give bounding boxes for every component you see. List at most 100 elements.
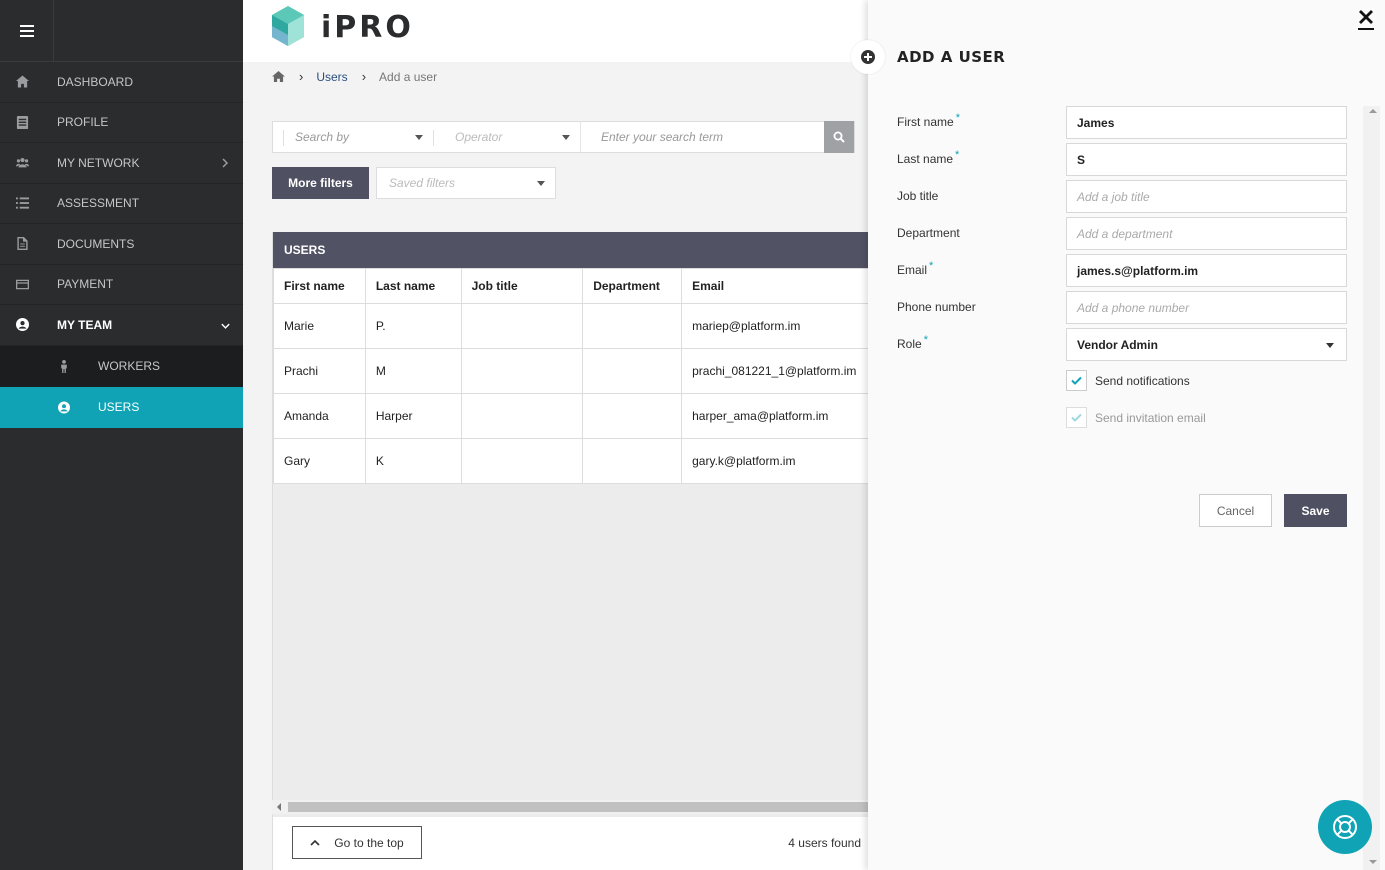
sidebar-subitem-users[interactable]: USERS [0, 386, 243, 428]
save-button[interactable]: Save [1284, 494, 1347, 527]
ipro-logo-icon [272, 6, 304, 46]
required-mark: * [923, 334, 928, 346]
required-mark: * [929, 260, 934, 272]
sidebar-item-my-team[interactable]: MY TEAM [0, 305, 243, 346]
home-icon[interactable] [272, 71, 285, 82]
phone-label: Phone number [897, 300, 976, 314]
breadcrumb-current: Add a user [379, 69, 438, 84]
close-icon[interactable] [1357, 9, 1375, 31]
network-icon [0, 156, 57, 169]
results-count: 4 users found [788, 836, 861, 850]
table-row[interactable]: Marie P. mariep@platform.im [273, 303, 893, 349]
breadcrumb-users-link[interactable]: Users [316, 70, 347, 84]
cancel-button[interactable]: Cancel [1199, 494, 1272, 527]
table-footer: Go to the top 4 users found [272, 817, 868, 870]
department-label: Department [897, 226, 960, 240]
cell-department [582, 438, 683, 484]
caret-down-icon [562, 135, 570, 140]
cell-last-name: M [364, 348, 462, 394]
cell-last-name: Harper [364, 393, 462, 439]
panel-title: ADD A USER [897, 48, 1006, 66]
main-content: iPRO › Users › Add a user Search by Oper… [243, 0, 893, 870]
sidebar-item-my-network[interactable]: MY NETWORK [0, 143, 243, 184]
cell-job-title [460, 348, 584, 394]
menu-toggle-button[interactable] [0, 0, 54, 62]
list-icon [0, 197, 57, 210]
saved-filters-select[interactable]: Saved filters [376, 167, 556, 199]
sidebar-item-dashboard[interactable]: DASHBOARD [0, 62, 243, 103]
scroll-down-icon[interactable] [1369, 860, 1377, 864]
send-notifications-checkbox[interactable] [1066, 370, 1087, 391]
cell-department [582, 348, 683, 394]
cell-email: mariep@platform.im [681, 303, 893, 349]
last-name-label: Last name * [897, 149, 959, 166]
label-text: Last name [897, 152, 954, 166]
more-filters-button[interactable]: More filters [272, 167, 369, 199]
scroll-up-icon[interactable] [1369, 109, 1377, 113]
saved-filters-label: Saved filters [389, 176, 456, 190]
cell-first-name: Amanda [273, 393, 366, 439]
cell-first-name: Gary [273, 438, 366, 484]
column-header-last-name[interactable]: Last name [364, 268, 462, 304]
search-by-select[interactable]: Search by [273, 122, 433, 152]
sidebar-subitem-workers[interactable]: WORKERS [0, 345, 243, 387]
scroll-left-icon[interactable] [277, 803, 281, 811]
vertical-scrollbar[interactable] [1363, 106, 1380, 870]
last-name-field[interactable]: S [1066, 143, 1347, 176]
send-invitation-option[interactable]: Send invitation email [1066, 407, 1206, 428]
lifebuoy-icon [1333, 815, 1357, 839]
table-row[interactable]: Gary K gary.k@platform.im [273, 438, 893, 484]
operator-select[interactable]: Operator [433, 122, 580, 152]
breadcrumb: › Users › Add a user [272, 69, 437, 84]
last-name-row: Last name * S [897, 143, 1347, 176]
email-field[interactable]: james.s@platform.im [1066, 254, 1347, 287]
horizontal-scrollbar[interactable] [272, 800, 868, 814]
cell-job-title [460, 303, 584, 349]
send-invitation-checkbox[interactable] [1066, 407, 1087, 428]
plus-circle-icon [861, 50, 875, 64]
logo-text: iPRO [321, 9, 414, 45]
operator-label: Operator [455, 130, 503, 144]
divider [433, 130, 434, 146]
user-circle-icon [0, 401, 98, 414]
table-row[interactable]: Amanda Harper harper_ama@platform.im [273, 393, 893, 439]
table-row[interactable]: Prachi M prachi_081221_1@platform.im [273, 348, 893, 394]
go-to-top-button[interactable]: Go to the top [292, 826, 422, 859]
send-notifications-option[interactable]: Send notifications [1066, 370, 1190, 391]
column-header-job-title[interactable]: Job title [460, 268, 584, 304]
caret-down-icon [415, 135, 423, 140]
search-button[interactable] [824, 120, 854, 153]
role-select[interactable]: Vendor Admin [1066, 328, 1347, 361]
table-header-row: First name Last name Job title Departmen… [273, 268, 893, 304]
sidebar-item-assessment[interactable]: ASSESSMENT [0, 184, 243, 224]
hamburger-icon [19, 25, 34, 37]
logo[interactable]: iPRO [271, 4, 414, 50]
column-header-first-name[interactable]: First name [273, 268, 366, 304]
sidebar-item-label: DOCUMENTS [57, 236, 135, 251]
column-header-email[interactable]: Email [681, 268, 893, 304]
add-user-panel: ADD A USER First name * James Last name * … [851, 0, 1385, 870]
sidebar-subitem-label: USERS [98, 400, 140, 414]
column-header-department[interactable]: Department [582, 268, 683, 304]
phone-field[interactable]: Add a phone number [1066, 291, 1347, 324]
cell-email: gary.k@platform.im [681, 438, 893, 484]
sidebar-item-payment[interactable]: PAYMENT [0, 265, 243, 305]
first-name-field[interactable]: James [1066, 106, 1347, 139]
sidebar-item-profile[interactable]: PROFILE [0, 103, 243, 143]
profile-icon [0, 115, 57, 129]
user-circle-icon [0, 318, 57, 332]
search-term-input[interactable]: Enter your search term [580, 122, 824, 152]
job-title-field[interactable]: Add a job title [1066, 180, 1347, 213]
sidebar-item-label: PAYMENT [57, 277, 114, 292]
search-by-label: Search by [295, 130, 350, 144]
document-icon [0, 237, 57, 251]
department-field[interactable]: Add a department [1066, 217, 1347, 250]
scrollbar-thumb[interactable] [288, 802, 868, 812]
checkmark-icon [1071, 376, 1082, 385]
help-button[interactable] [1318, 800, 1372, 854]
sidebar-item-documents[interactable]: DOCUMENTS [0, 224, 243, 265]
job-title-label: Job title [897, 189, 939, 203]
search-icon [833, 131, 845, 143]
cell-department [582, 393, 683, 439]
breadcrumb-separator: › [361, 69, 367, 84]
